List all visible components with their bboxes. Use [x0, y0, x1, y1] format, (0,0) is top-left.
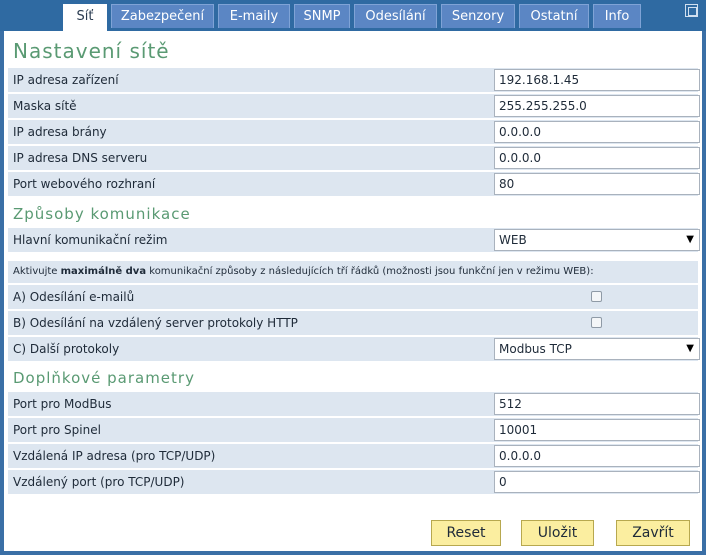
note-text: Aktivujte maximálně dva komunikační způs…: [13, 261, 594, 283]
network-settings-title: Nastavení sítě: [13, 39, 170, 63]
main-mode-value: WEB: [499, 233, 527, 247]
row-main-mode: Hlavní komunikační režim WEB ▼: [8, 228, 700, 252]
row-email-sending: A) Odesílání e-mailů: [8, 285, 698, 309]
row-remote-port: Vzdálený port (pro TCP/UDP): [8, 470, 700, 494]
web-port-label: Port webového rozhraní: [13, 177, 156, 191]
email-sending-checkbox[interactable]: [591, 291, 602, 302]
dns-input[interactable]: [494, 147, 700, 169]
other-protocols-select[interactable]: Modbus TCP ▼: [494, 338, 700, 360]
settings-panel: Nastavení sítě IP adresa zařízení Maska …: [4, 31, 702, 551]
row-remote-ip: Vzdálená IP adresa (pro TCP/UDP): [8, 444, 700, 468]
row-gateway: IP adresa brány: [8, 120, 700, 144]
row-other-protocols: C) Další protokoly Modbus TCP ▼: [8, 337, 700, 361]
gateway-input[interactable]: [494, 121, 700, 143]
row-http-sending: B) Odesílání na vzdálený server protokol…: [8, 311, 698, 335]
subnet-mask-label: Maska sítě: [13, 99, 77, 113]
close-button[interactable]: Zavřít: [616, 520, 690, 546]
modbus-port-input[interactable]: [494, 393, 700, 415]
other-protocols-label: C) Další protokoly: [13, 342, 120, 356]
remote-ip-input[interactable]: [494, 445, 700, 467]
device-ip-input[interactable]: [494, 69, 700, 91]
dropdown-arrow-icon: ▼: [686, 343, 694, 354]
subnet-mask-input[interactable]: [494, 95, 700, 117]
tab-zabezpeceni[interactable]: Zabezpečení: [111, 4, 214, 28]
communication-title: Způsoby komunikace: [13, 205, 191, 223]
row-dns: IP adresa DNS serveru: [8, 146, 700, 170]
save-button[interactable]: Uložit: [521, 520, 594, 546]
tab-info[interactable]: Info: [593, 4, 641, 28]
other-protocols-value: Modbus TCP: [499, 342, 572, 356]
tab-e-maily[interactable]: E-maily: [218, 4, 290, 28]
tab-ostatni[interactable]: Ostatní: [519, 4, 589, 28]
extra-params-title: Doplňkové parametry: [13, 369, 195, 387]
remote-ip-label: Vzdálená IP adresa (pro TCP/UDP): [13, 449, 216, 463]
http-sending-checkbox[interactable]: [591, 317, 602, 328]
device-ip-label: IP adresa zařízení: [13, 73, 119, 87]
row-modbus-port: Port pro ModBus: [8, 392, 700, 416]
tab-sit[interactable]: Síť: [63, 4, 107, 31]
modbus-port-label: Port pro ModBus: [13, 397, 112, 411]
spinel-port-input[interactable]: [494, 419, 700, 441]
remote-port-label: Vzdálený port (pro TCP/UDP): [13, 475, 185, 489]
note-pre: Aktivujte: [13, 266, 61, 277]
web-port-input[interactable]: [494, 173, 700, 195]
main-mode-select[interactable]: WEB ▼: [494, 229, 700, 251]
dropdown-arrow-icon: ▼: [686, 234, 694, 245]
tab-senzory[interactable]: Senzory: [441, 4, 515, 28]
tab-snmp[interactable]: SNMP: [294, 4, 350, 28]
row-spinel-port: Port pro Spinel: [8, 418, 700, 442]
row-subnet-mask: Maska sítě: [8, 94, 700, 118]
dns-label: IP adresa DNS serveru: [13, 151, 148, 165]
reset-button[interactable]: Reset: [431, 520, 501, 546]
row-web-port: Port webového rozhraní: [8, 172, 700, 196]
tab-bar: Síť Zabezpečení E-maily SNMP Odesílání S…: [0, 0, 706, 31]
gateway-label: IP adresa brány: [13, 125, 107, 139]
http-sending-label: B) Odesílání na vzdálený server protokol…: [13, 316, 298, 330]
note-post: komunikační způsoby z následujících tří …: [146, 266, 594, 277]
email-sending-label: A) Odesílání e-mailů: [13, 290, 135, 304]
tab-odesilani[interactable]: Odesílání: [354, 4, 437, 28]
remote-port-input[interactable]: [494, 471, 700, 493]
spinel-port-label: Port pro Spinel: [13, 423, 101, 437]
main-mode-label: Hlavní komunikační režim: [13, 233, 168, 247]
communication-note: Aktivujte maximálně dva komunikační způs…: [8, 261, 698, 283]
note-bold: maximálně dva: [60, 266, 147, 277]
restore-window-icon[interactable]: [685, 4, 698, 17]
row-device-ip: IP adresa zařízení: [8, 68, 700, 92]
